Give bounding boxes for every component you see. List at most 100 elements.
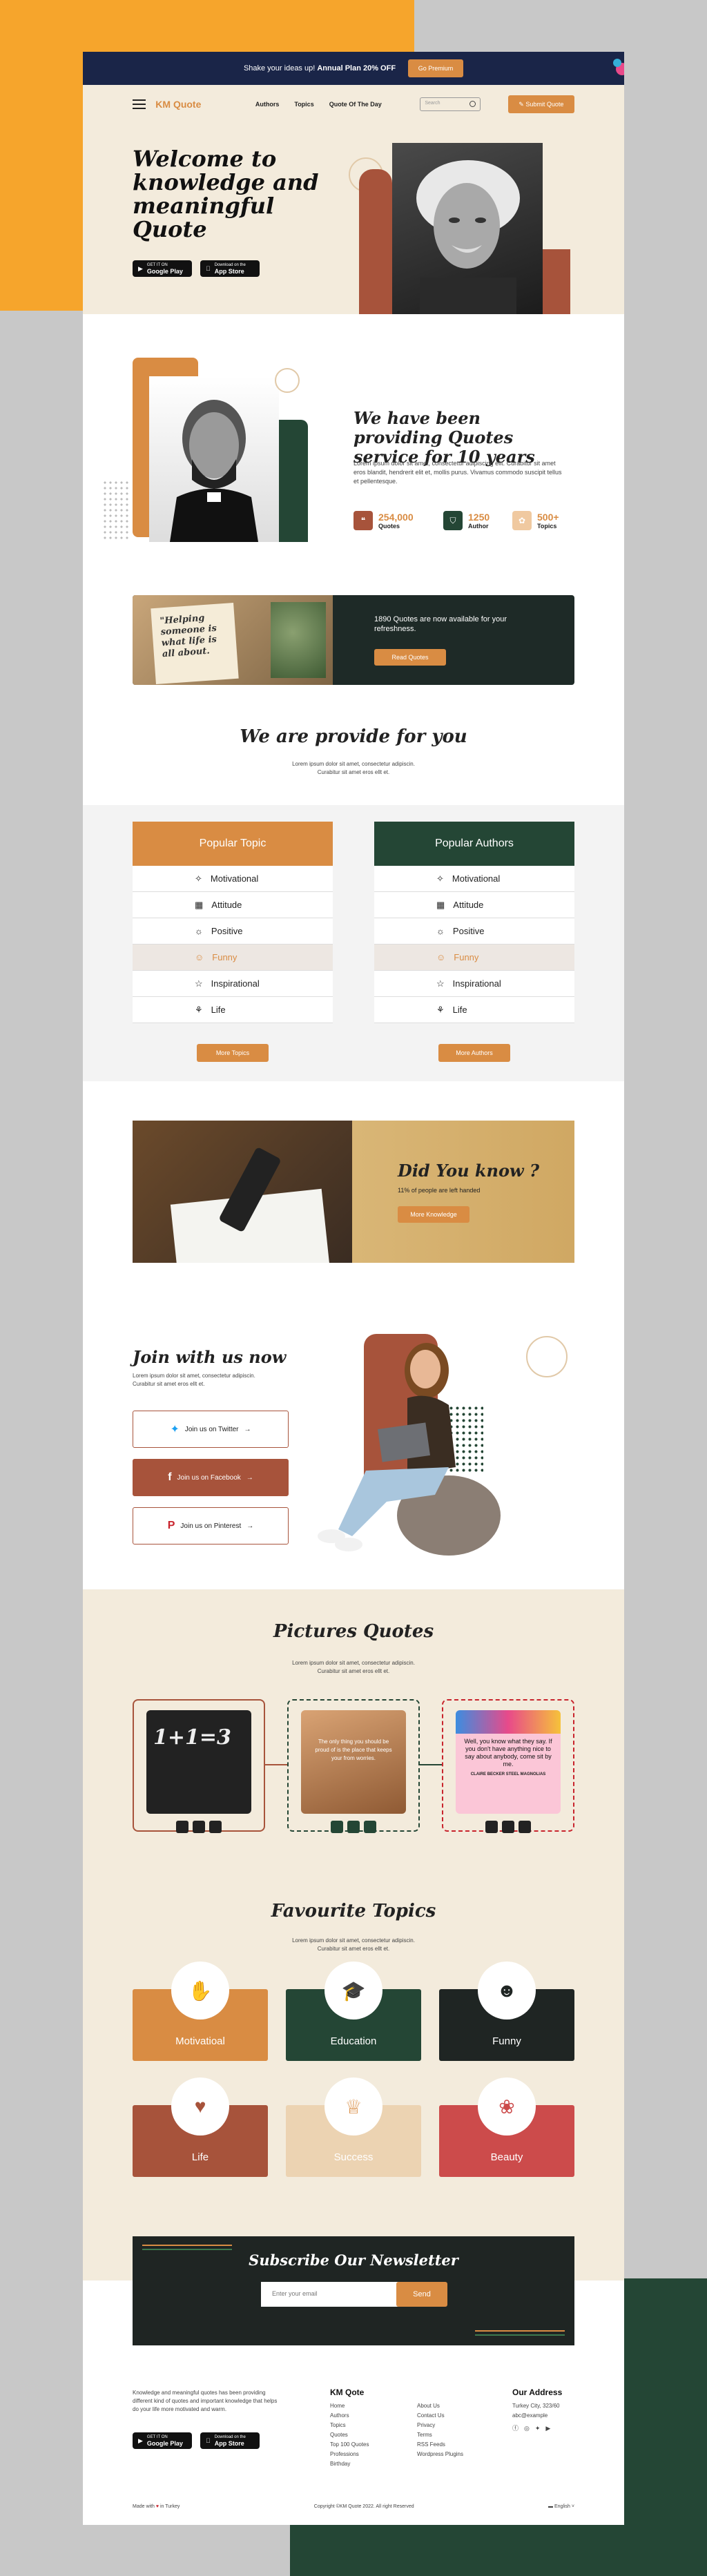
topic-card-funny[interactable]: ☻ Funny [439,1962,574,2061]
arrow-icon: → [246,1473,253,1482]
join-sub1: Lorem ipsum dolor sit amet, consectetur … [133,1373,255,1379]
footer-link[interactable]: Topics [330,2421,369,2430]
picture-quote-2[interactable]: The only thing you should be proud of is… [287,1699,420,1833]
language-select[interactable]: ▬ English ˅ [548,2504,574,2509]
footer-link[interactable]: Wordpress Plugins [417,2450,463,2459]
footer-link[interactable]: Terms [417,2430,463,2440]
menu-icon[interactable] [133,99,146,109]
navbar: KM Quote Authors Topics Quote Of The Day… [83,85,624,124]
more-knowledge-button[interactable]: More Knowledge [398,1206,469,1223]
topic-icon: ✿ [512,511,532,530]
banner-text: 1890 Quotes are now available for your r… [374,615,507,633]
plant-icon: ⚘ [195,1004,203,1015]
topic-card-life[interactable]: ♥ Life [133,2078,268,2177]
author-item[interactable]: ✧ Motivational [374,866,574,892]
hand-icon: ✋ [171,1962,229,2020]
twitter-button[interactable]: ✦ Join us on Twitter → [133,1411,289,1448]
footer-link[interactable]: Top 100 Quotes [330,2440,369,2450]
popular-authors-title: Popular Authors [374,822,574,866]
author-item[interactable]: ⚘ Life [374,997,574,1023]
download-icon [485,1821,498,1833]
facebook-icon[interactable]: ⓕ [512,2423,519,2433]
nav-quote-of-day[interactable]: Quote Of The Day [329,101,382,108]
decor-blob [613,59,621,67]
author-item[interactable]: ☆ Inspirational [374,971,574,997]
author-item[interactable]: ☼ Positive [374,918,574,945]
email-input[interactable]: Enter your email [261,2282,406,2307]
footer-col-3: Our Address Turkey City, 323/60 abc@exam… [512,2388,563,2433]
footer-link[interactable]: Professions [330,2450,369,2459]
made-with: Made with ♥ in Turkey [133,2504,180,2509]
footer-col-1: KM Qote Home Authors Topics Quotes Top 1… [330,2388,369,2469]
popular-authors-panel: Popular Authors ✧ Motivational ▦ Attitude … [374,822,574,1062]
twitter-icon[interactable]: ✦ [535,2423,541,2433]
provide-sub2: Curabitur sit amet eros ellt et. [317,769,390,775]
topic-card-beauty[interactable]: ❀ Beauty [439,2078,574,2177]
newsletter-title: Subscribe Our Newsletter [249,2251,458,2269]
author-item[interactable]: ☺ Funny [374,945,574,971]
topic-item[interactable]: ☺ Funny [133,945,333,971]
footer-about: Knowledge and meaningful quotes has been… [133,2390,278,2412]
instagram-icon[interactable]: ◎ [524,2423,530,2433]
grid-icon: ▦ [436,899,445,910]
youtube-icon[interactable]: ▶ [545,2423,550,2433]
author-item[interactable]: ▦ Attitude [374,892,574,918]
woman-laptop-photo [311,1329,504,1557]
writing-image [133,1121,352,1263]
decor-panel [359,169,392,314]
topic-card-success[interactable]: ♕ Success [286,2078,421,2177]
more-authors-button[interactable]: More Authors [438,1044,510,1062]
quote-tools[interactable] [471,1818,545,1836]
footer-link[interactable]: Birthday [330,2459,369,2469]
premium-button[interactable]: Go Premium [408,59,464,77]
quote-tools[interactable] [162,1818,236,1836]
promo-bar: Shake your ideas up! Annual Plan 20% OFF… [83,52,624,85]
quote-tools[interactable] [316,1818,391,1836]
footer-link[interactable]: Home [330,2401,369,2411]
topic-item[interactable]: ⚘ Life [133,997,333,1023]
topic-item[interactable]: ☼ Positive [133,918,333,945]
bulb-icon: ✧ [195,873,202,884]
topic-item[interactable]: ☆ Inspirational [133,971,333,997]
nav-authors[interactable]: Authors [255,101,280,108]
book-quote: "Helping someone is what life is all abo… [159,612,217,660]
decor-panel [543,249,570,314]
nav-topics[interactable]: Topics [294,101,313,108]
stat-topics: ✿ 500+ Topics [512,511,559,530]
decor-dots [102,480,130,542]
submit-quote-button[interactable]: ✎ Submit Quote [507,95,574,113]
shield-icon: ⛉ [443,511,463,530]
popular-topic-title: Popular Topic [133,822,333,866]
facebook-button[interactable]: f Join us on Facebook → [133,1459,289,1496]
google-play-button[interactable]: ▶ GET IT ON Google Play [133,2432,192,2449]
smile-icon: ☺ [195,952,204,962]
app-store-button[interactable]: Download on theApp Store [200,2432,260,2449]
footer-link[interactable]: Contact Us [417,2411,463,2421]
download-icon [176,1821,188,1833]
footer-link[interactable]: Privacy [417,2421,463,2430]
share-icon [502,1821,514,1833]
logo[interactable]: KM Quote [155,99,255,110]
picture-quote-3[interactable]: Well, you know what they say. If you don… [442,1699,574,1833]
footer-link[interactable]: Quotes [330,2430,369,2440]
topic-item[interactable]: ✧ Motivational [133,866,333,892]
pinterest-button[interactable]: P Join us on Pinterest → [133,1507,289,1544]
topic-card-motivational[interactable]: ✋ Motivatioal [133,1962,268,2061]
provide-title: We are provide for you [240,726,467,747]
quote-icon: ❝ [354,511,373,530]
read-quotes-button[interactable]: Read Quotes [374,649,446,666]
picture-quote-1[interactable]: 1+1=3 [133,1699,265,1833]
footer-link[interactable]: About Us [417,2401,463,2411]
topic-item[interactable]: ▦ Attitude [133,892,333,918]
app-store-button[interactable]: Download on theApp Store [200,260,260,277]
footer-link[interactable]: Authors [330,2411,369,2421]
send-button[interactable]: Send [396,2282,447,2307]
favourite-title: Favourite Topics [271,1901,436,1921]
google-play-button[interactable]: ▶ GET IT ON Google Play [133,260,192,277]
footer-link[interactable]: RSS Feeds [417,2440,463,2450]
topic-card-education[interactable]: 🎓 Education [286,1962,421,2061]
sun-icon: ☼ [195,926,203,936]
more-topics-button[interactable]: More Topics [197,1044,269,1062]
search-input[interactable]: Search [420,97,481,111]
share-icon [193,1821,205,1833]
